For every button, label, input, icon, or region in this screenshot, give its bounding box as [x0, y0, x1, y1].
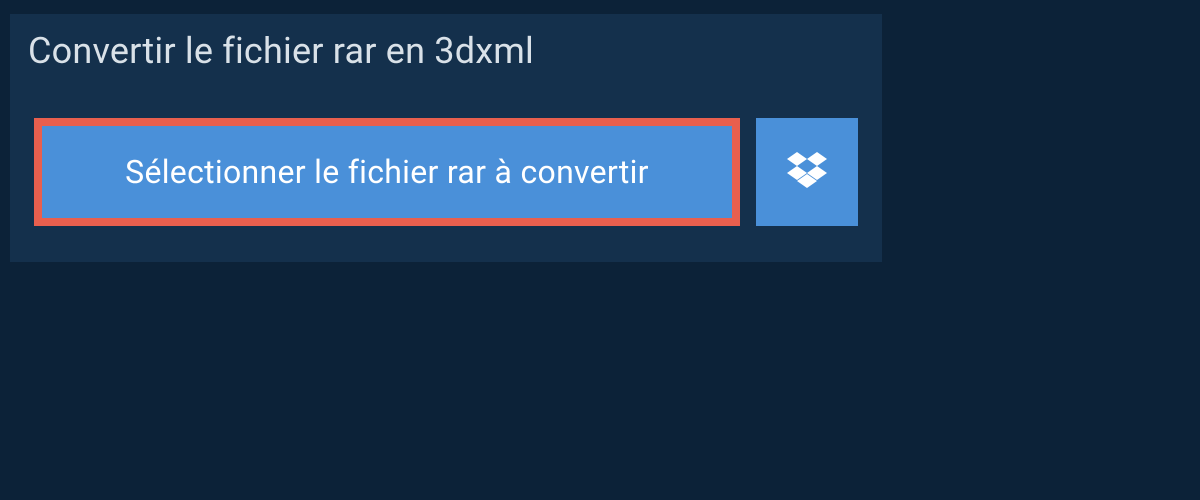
converter-panel: Convertir le fichier rar en 3dxml Sélect…: [10, 14, 882, 262]
select-file-button-label: Sélectionner le fichier rar à convertir: [125, 153, 649, 191]
page-title: Convertir le fichier rar en 3dxml: [10, 14, 558, 90]
dropbox-button[interactable]: [756, 118, 858, 226]
dropbox-icon: [787, 152, 827, 192]
button-row: Sélectionner le fichier rar à convertir: [10, 90, 882, 262]
select-file-button[interactable]: Sélectionner le fichier rar à convertir: [34, 118, 740, 226]
page-title-text: Convertir le fichier rar en 3dxml: [28, 30, 534, 72]
